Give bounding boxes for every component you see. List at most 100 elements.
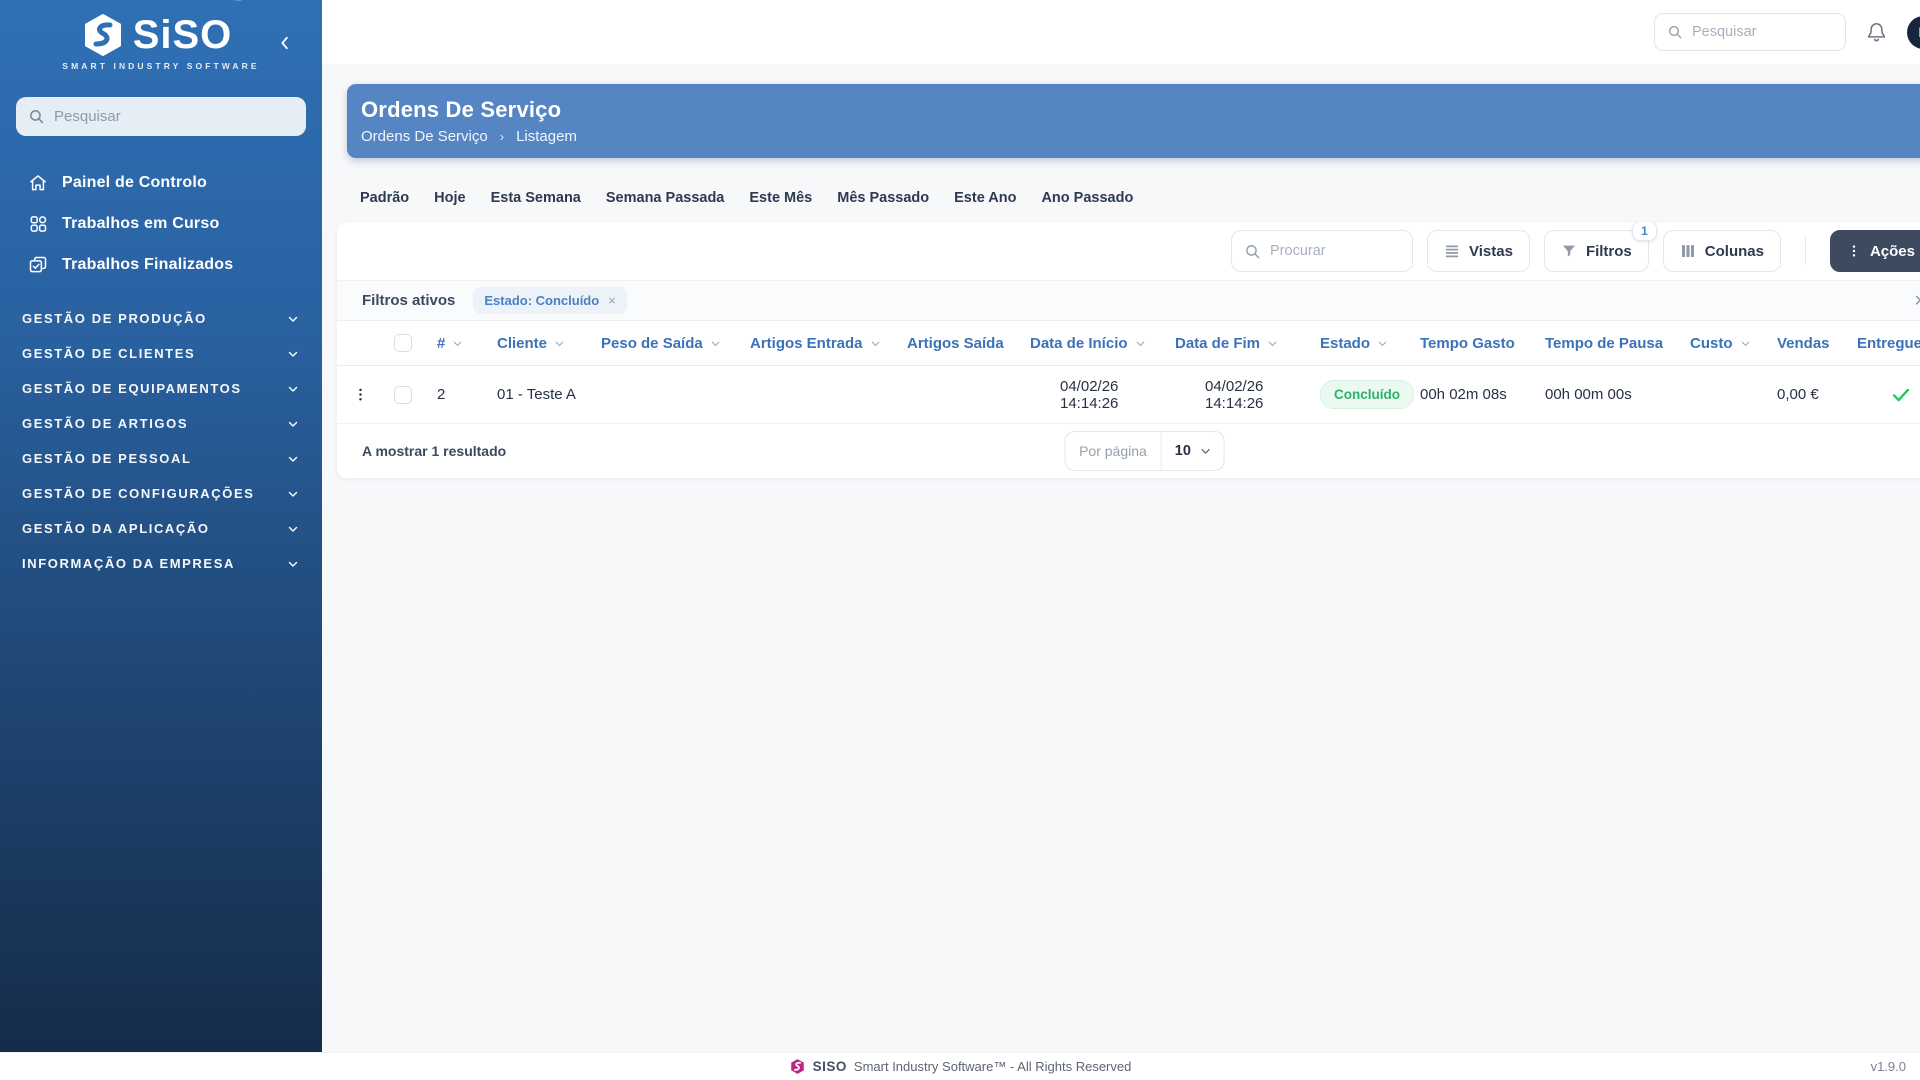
colunas-button[interactable]: Colunas (1662, 230, 1781, 272)
chevron-down-icon (286, 522, 300, 536)
row-kebab-menu-icon[interactable] (353, 386, 368, 403)
column-header-peso-de-saida[interactable]: Peso de Saída (601, 335, 750, 352)
grid-icon (27, 213, 48, 234)
row-checkbox[interactable] (394, 385, 412, 404)
column-header-data-de-inicio[interactable]: Data de Início (1030, 335, 1175, 352)
quick-filter-mes-passado[interactable]: Mês Passado (837, 190, 929, 206)
acoes-button[interactable]: Ações (1829, 230, 1920, 272)
sidebar-section-gestao-de-pessoal[interactable]: GESTÃO DE PESSOAL (0, 441, 322, 476)
brand-name: SiSO™ (132, 0, 244, 57)
sidebar-sections: GESTÃO DE PRODUÇÃO GESTÃO DE CLIENTES GE… (0, 301, 322, 581)
quick-filter-este-mes[interactable]: Este Mês (749, 190, 812, 206)
chevron-down-icon (286, 347, 300, 361)
quick-filters: Padrão Hoje Esta Semana Semana Passada E… (360, 190, 1920, 206)
cell-tempo-gasto: 00h 02m 08s (1420, 386, 1507, 403)
home-icon (27, 172, 48, 193)
column-header-estado[interactable]: Estado (1320, 335, 1420, 352)
status-badge: Concluído (1320, 380, 1414, 409)
row-menu-cell (337, 386, 383, 403)
user-avatar[interactable]: D (1907, 15, 1920, 49)
chip-remove-icon[interactable]: × (608, 294, 616, 307)
select-all-checkbox[interactable] (394, 334, 412, 352)
table-search[interactable] (1231, 230, 1413, 272)
quick-filter-esta-semana[interactable]: Esta Semana (491, 190, 581, 206)
brand-hexagon-icon (80, 12, 126, 58)
sidebar-section-gestao-de-producao[interactable]: GESTÃO DE PRODUÇÃO (0, 301, 322, 336)
sidebar-section-gestao-de-artigos[interactable]: GESTÃO DE ARTIGOS (0, 406, 322, 441)
sidebar-section-gestao-de-clientes[interactable]: GESTÃO DE CLIENTES (0, 336, 322, 371)
column-header-tempo-de-pausa[interactable]: Tempo de Pausa (1545, 335, 1690, 352)
filter-funnel-icon (1561, 243, 1577, 259)
sidebar-item-trabalhos-em-curso[interactable]: Trabalhos em Curso (0, 203, 322, 244)
quick-filter-este-ano[interactable]: Este Ano (954, 190, 1016, 206)
orders-card: Vistas 1 Filtros Colunas (337, 222, 1920, 478)
app-footer: SISO Smart Industry Software™ - All Righ… (0, 1052, 1920, 1080)
sidebar-search[interactable] (16, 97, 306, 136)
sidebar-item-label: Trabalhos em Curso (62, 214, 220, 232)
column-header-entregue[interactable]: Entregue (1857, 335, 1920, 352)
cell-data-de-fim: 04/02/26 14:14:26 (1205, 377, 1264, 412)
brand-tagline: SMART INDUSTRY SOFTWARE (62, 61, 260, 71)
breadcrumb-item[interactable]: Ordens De Serviço (361, 128, 488, 145)
sidebar-collapse-button[interactable] (272, 30, 298, 56)
chevron-right-icon: › (499, 129, 505, 144)
filtros-button[interactable]: 1 Filtros (1543, 222, 1657, 272)
chevron-down-icon (286, 487, 300, 501)
page-header-banner: Ordens De Serviço Ordens De Serviço › Li… (347, 84, 1920, 158)
sidebar: SiSO™ SMART INDUSTRY SOFTWARE Painel de … (0, 0, 322, 1052)
notifications-button[interactable] (1866, 22, 1887, 43)
chevron-down-icon (286, 452, 300, 466)
quick-filter-padrao[interactable]: Padrão (360, 190, 409, 206)
column-header-artigos-entrada[interactable]: Artigos Entrada (750, 335, 907, 352)
sort-chevron-icon (869, 337, 882, 350)
column-header-cliente[interactable]: Cliente (497, 335, 601, 352)
cell-num: 2 (437, 386, 446, 403)
sort-chevron-icon (709, 337, 722, 350)
column-header-tempo-gasto[interactable]: Tempo Gasto (1420, 335, 1545, 352)
quick-filter-semana-passada[interactable]: Semana Passada (606, 190, 725, 206)
sidebar-item-label: Trabalhos Finalizados (62, 255, 234, 273)
sidebar-item-painel-de-controlo[interactable]: Painel de Controlo (0, 162, 322, 203)
entregue-check-icon (1890, 384, 1912, 406)
sort-chevron-icon (1134, 337, 1147, 350)
toolbar-divider (1804, 237, 1806, 265)
sidebar-section-gestao-da-aplicacao[interactable]: GESTÃO DA APLICAÇÃO (0, 511, 322, 546)
sidebar-section-gestao-de-equipamentos[interactable]: GESTÃO DE EQUIPAMENTOS (0, 371, 322, 406)
clear-filters-close-icon[interactable]: ✕ (1914, 291, 1920, 311)
filter-chip-estado-concluido[interactable]: Estado: Concluído × (473, 287, 627, 314)
column-header-custo[interactable]: Custo (1690, 335, 1777, 352)
quick-filter-hoje[interactable]: Hoje (434, 190, 465, 206)
per-page-label: Por página (1079, 443, 1147, 459)
column-header-num[interactable]: # (423, 335, 497, 352)
per-page-select[interactable]: Por página 10 (1064, 431, 1225, 471)
column-header-artigos-saida[interactable]: Artigos Saída (907, 335, 1030, 352)
sort-chevron-icon (553, 337, 566, 350)
filtros-count-badge: 1 (1632, 222, 1657, 241)
sidebar-item-trabalhos-finalizados[interactable]: Trabalhos Finalizados (0, 244, 322, 285)
cell-vendas: 0,00 € (1777, 386, 1819, 403)
page-title: Ordens De Serviço (361, 97, 562, 122)
topbar-search-input[interactable] (1692, 24, 1833, 40)
select-all-cell (383, 334, 423, 352)
results-summary: A mostrar 1 resultado (362, 443, 507, 459)
chevron-left-icon (276, 34, 294, 52)
footer-brand-icon (789, 1058, 806, 1075)
sidebar-section-gestao-de-configuracoes[interactable]: GESTÃO DE CONFIGURAÇÕES (0, 476, 322, 511)
column-header-data-de-fim[interactable]: Data de Fim (1175, 335, 1320, 352)
table-search-input[interactable] (1270, 243, 1400, 259)
per-page-value: 10 (1174, 443, 1191, 459)
cell-entregue (1857, 384, 1920, 406)
column-header-vendas[interactable]: Vendas (1777, 335, 1857, 352)
vistas-button[interactable]: Vistas (1427, 230, 1530, 272)
footer-copyright: Smart Industry Software™ - All Rights Re… (853, 1059, 1132, 1074)
breadcrumb-item[interactable]: Listagem (516, 128, 577, 145)
pagination-bar: A mostrar 1 resultado Por página 10 (337, 424, 1920, 478)
topbar-search[interactable] (1654, 13, 1846, 51)
quick-filter-ano-passado[interactable]: Ano Passado (1041, 190, 1133, 206)
sidebar-section-informacao-da-empresa[interactable]: INFORMAÇÃO DA EMPRESA (0, 546, 322, 581)
topbar: D (322, 0, 1920, 64)
sidebar-search-input[interactable] (54, 108, 294, 125)
bell-icon (1866, 22, 1887, 43)
sort-chevron-icon (1376, 337, 1389, 350)
cell-estado: Concluído (1320, 380, 1420, 409)
